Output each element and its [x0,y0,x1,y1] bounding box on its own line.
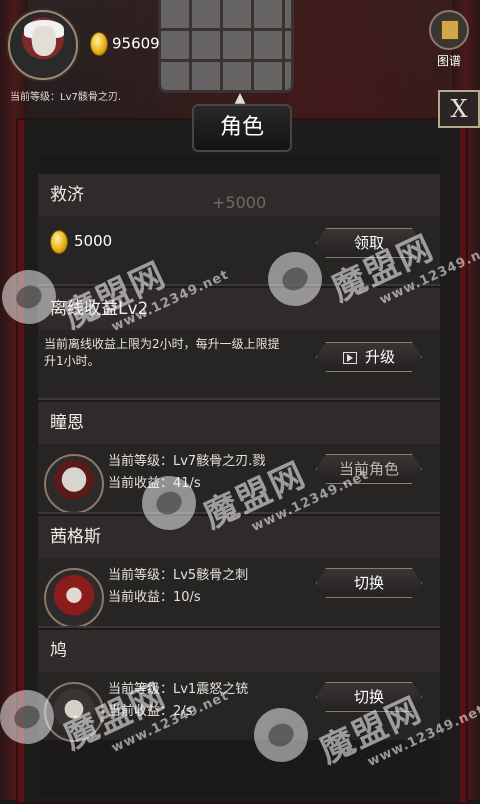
gold-coin-icon [50,230,68,254]
divider [38,284,440,286]
relief-card: 救济 +5000 5000 领取 [38,174,440,284]
switch-button[interactable]: 切换 [316,682,422,712]
relief-amount: 5000 [74,232,113,250]
player-avatar[interactable] [8,10,78,80]
panel-title: 角色 [192,104,292,152]
gold-coin-icon [90,32,108,56]
hero-level: 当前等级：Lv5骸骨之刺 [108,568,249,583]
close-button[interactable]: X [438,90,480,128]
background-window [158,0,294,93]
offline-income-title: 离线收益Lv2 [38,288,440,330]
switch-button[interactable]: 切换 [316,568,422,598]
offline-income-description: 当前离线收益上限为2小时，每升一级上限提升1小时。 [44,337,280,368]
codex-icon-frame [429,10,469,50]
divider [38,626,440,628]
hero-body: 当前等级：Lv7骸骨之刃.戮 当前收益：41/s 当前角色 [38,444,440,514]
current-role-button[interactable]: 当前角色 [316,454,422,484]
hero-portrait [44,568,104,628]
relief-title-text: 救济 [50,185,84,205]
hero-income: 当前收益：10/s [108,590,201,605]
hero-name: 茜格斯 [38,516,440,558]
hero-card: 茜格斯 当前等级：Lv5骸骨之刺 当前收益：10/s 切换 [38,516,440,628]
relief-body: 5000 领取 [38,216,440,284]
avatar-face [32,26,56,56]
codex-button[interactable]: 图谱 [424,10,474,68]
hero-name: 瞳恩 [38,402,440,444]
divider [38,512,440,514]
upgrade-label: 升级 [364,348,395,366]
hero-card: 鸠 当前等级：Lv1震怒之铳 当前收益：2/s 切换 [38,630,440,742]
divider [38,398,440,400]
book-icon [441,20,459,40]
hero-body: 当前等级：Lv1震怒之铳 当前收益：2/s 切换 [38,672,440,742]
upgrade-button[interactable]: 升级 [316,342,422,372]
hero-body: 当前等级：Lv5骸骨之刺 当前收益：10/s 切换 [38,558,440,628]
offline-income-body: 当前离线收益上限为2小时，每升一级上限提升1小时。 升级 [38,330,440,400]
hero-level: 当前等级：Lv1震怒之铳 [108,682,249,697]
gold-value: 95609 [112,34,160,53]
video-ad-icon [343,352,357,364]
relief-title: 救济 +5000 [38,174,440,216]
hero-portrait [44,454,104,514]
hero-name: 鸠 [38,630,440,672]
offline-income-card: 离线收益Lv2 当前离线收益上限为2小时，每升一级上限提升1小时。 升级 [38,288,440,400]
claim-button[interactable]: 领取 [316,228,422,258]
hero-card: 瞳恩 当前等级：Lv7骸骨之刃.戮 当前收益：41/s 当前角色 [38,402,440,514]
codex-label: 图谱 [436,54,461,68]
player-level-caption: 当前等级：Lv7骸骨之刃. [10,92,122,103]
hero-level: 当前等级：Lv7骸骨之刃.戮 [108,454,266,469]
gold-counter: 95609 [90,32,160,56]
hero-income: 当前收益：2/s [108,704,193,719]
